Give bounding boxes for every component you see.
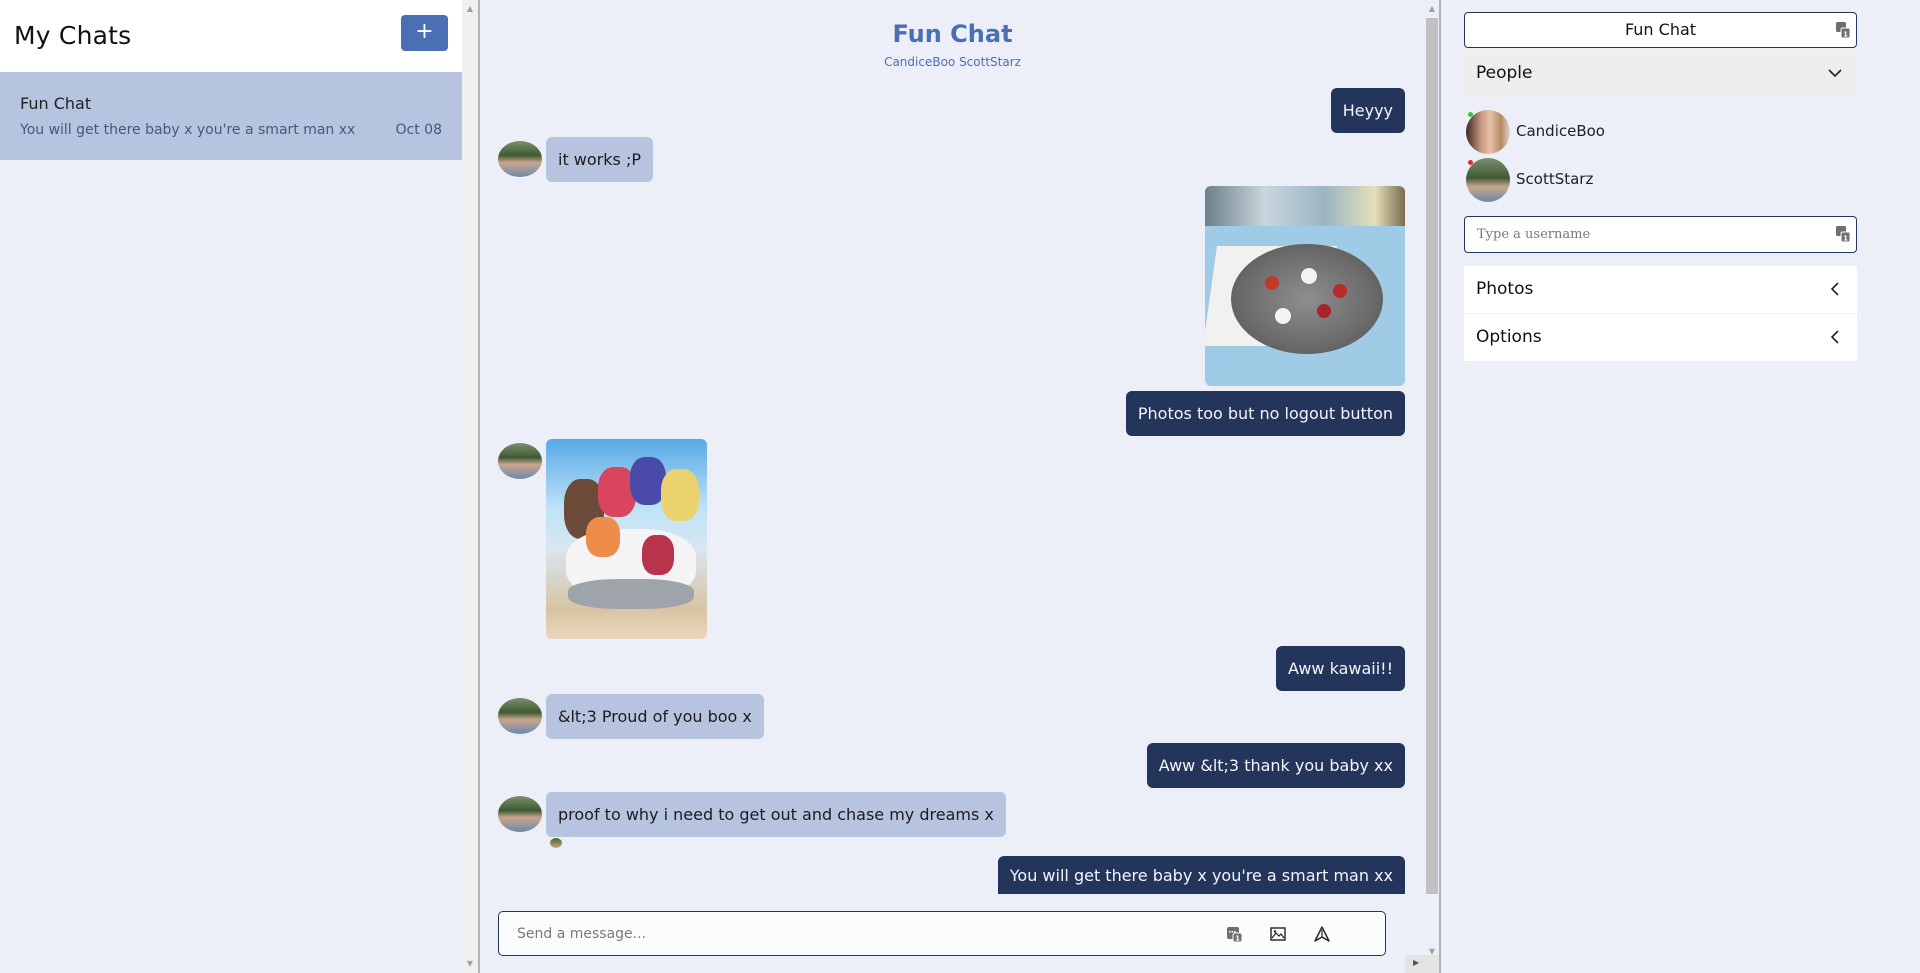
photos-label: Photos bbox=[1476, 279, 1534, 299]
person-name: ScottStarz bbox=[1516, 170, 1594, 188]
offline-status-dot bbox=[1468, 160, 1473, 165]
avatar bbox=[1466, 110, 1510, 154]
add-user-field: 1 bbox=[1464, 216, 1857, 253]
username-input[interactable] bbox=[1477, 217, 1817, 252]
online-status-dot bbox=[1468, 112, 1473, 117]
photo-figure bbox=[642, 535, 674, 575]
scroll-right-arrow-icon[interactable]: ▶ bbox=[1413, 958, 1419, 967]
photo-background-detail bbox=[1205, 186, 1405, 226]
message-bubble-own: Aww &lt;3 thank you baby xx bbox=[1146, 743, 1405, 788]
people-label: People bbox=[1476, 63, 1533, 83]
photo-berry bbox=[1265, 276, 1279, 290]
sidebar-scrollbar[interactable]: ▲ ▼ bbox=[462, 0, 478, 973]
person-row[interactable]: ScottStarz bbox=[1466, 158, 1846, 202]
photo-figure bbox=[661, 469, 699, 521]
sidebar-title: My Chats bbox=[14, 21, 132, 50]
chevron-down-icon bbox=[1827, 50, 1843, 115]
message-input[interactable] bbox=[517, 912, 1177, 955]
scroll-down-arrow-icon[interactable]: ▼ bbox=[462, 957, 478, 971]
gif-icon[interactable]: 1 bbox=[1224, 924, 1244, 944]
scroll-corner: ▶ bbox=[1405, 955, 1439, 973]
send-icon[interactable] bbox=[1312, 924, 1332, 944]
options-accordion-header[interactable]: Options bbox=[1464, 314, 1857, 361]
sender-avatar bbox=[498, 796, 542, 832]
chat-settings-panel: Fun Chat 1 People CandiceBoo ScottStarz … bbox=[1441, 0, 1920, 973]
avatar bbox=[1466, 158, 1510, 202]
chat-list-sidebar: My Chats + Fun Chat You will get there b… bbox=[0, 0, 462, 973]
svg-text:1: 1 bbox=[1843, 31, 1848, 39]
person-name: CandiceBoo bbox=[1516, 122, 1605, 140]
photo-plate bbox=[1231, 244, 1383, 354]
chat-card-title: Fun Chat bbox=[20, 94, 92, 113]
scrollbar-thumb[interactable] bbox=[1426, 18, 1438, 894]
chat-name-field[interactable]: Fun Chat 1 bbox=[1464, 12, 1857, 48]
message-photo-dessert[interactable] bbox=[1205, 186, 1405, 386]
photos-accordion-header[interactable]: Photos bbox=[1464, 266, 1857, 313]
message-bubble-other: &lt;3 Proud of you boo x bbox=[546, 694, 764, 739]
person-row[interactable]: CandiceBoo bbox=[1466, 110, 1846, 154]
chat-members: CandiceBoo ScottStarz bbox=[884, 55, 1021, 69]
svg-text:1: 1 bbox=[1235, 935, 1240, 943]
new-chat-button[interactable]: + bbox=[401, 15, 448, 51]
message-bubble-own: You will get there baby x you're a smart… bbox=[997, 856, 1405, 894]
sender-avatar bbox=[498, 443, 542, 479]
message-bubble-own: Aww kawaii!! bbox=[1276, 646, 1405, 691]
image-upload-icon[interactable] bbox=[1268, 924, 1288, 944]
gif-icon[interactable]: 1 bbox=[1836, 226, 1850, 242]
chat-card-preview: You will get there baby x you're a smart… bbox=[20, 122, 356, 138]
sidebar-header: My Chats + bbox=[0, 0, 462, 72]
photo-berry bbox=[1317, 304, 1331, 318]
photo-skirts bbox=[568, 579, 694, 609]
chat-feed: Fun Chat CandiceBoo ScottStarz Heyyy it … bbox=[480, 0, 1425, 973]
message-photo-anime[interactable] bbox=[546, 439, 707, 639]
photo-meringue bbox=[1275, 308, 1291, 324]
gif-icon[interactable]: 1 bbox=[1836, 22, 1850, 38]
message-bubble-own: Heyyy bbox=[1330, 88, 1405, 133]
svg-text:1: 1 bbox=[1843, 235, 1848, 243]
photo-meringue bbox=[1301, 268, 1317, 284]
chat-card-date: Oct 08 bbox=[395, 122, 442, 138]
chat-scrollbar[interactable]: ▲ ▼ bbox=[1425, 0, 1439, 973]
read-receipt-avatar bbox=[550, 838, 562, 848]
chat-title: Fun Chat bbox=[892, 20, 1013, 48]
message-composer: 1 bbox=[498, 911, 1386, 956]
photo-figure bbox=[586, 517, 620, 557]
chevron-left-icon bbox=[1827, 314, 1843, 379]
scroll-up-arrow-icon[interactable]: ▲ bbox=[1425, 2, 1439, 16]
scroll-up-arrow-icon[interactable]: ▲ bbox=[462, 2, 478, 16]
sender-avatar bbox=[498, 698, 542, 734]
options-label: Options bbox=[1476, 327, 1542, 347]
photo-berry bbox=[1333, 284, 1347, 298]
message-bubble-own: Photos too but no logout button bbox=[1125, 391, 1405, 436]
people-accordion-header[interactable]: People bbox=[1464, 50, 1857, 97]
message-bubble-other: it works ;P bbox=[546, 137, 653, 182]
message-bubble-other: proof to why i need to get out and chase… bbox=[546, 792, 1006, 837]
chat-name-value: Fun Chat bbox=[1624, 20, 1697, 39]
chat-card-fun-chat[interactable]: Fun Chat You will get there baby x you'r… bbox=[0, 72, 462, 160]
sender-avatar bbox=[498, 141, 542, 177]
